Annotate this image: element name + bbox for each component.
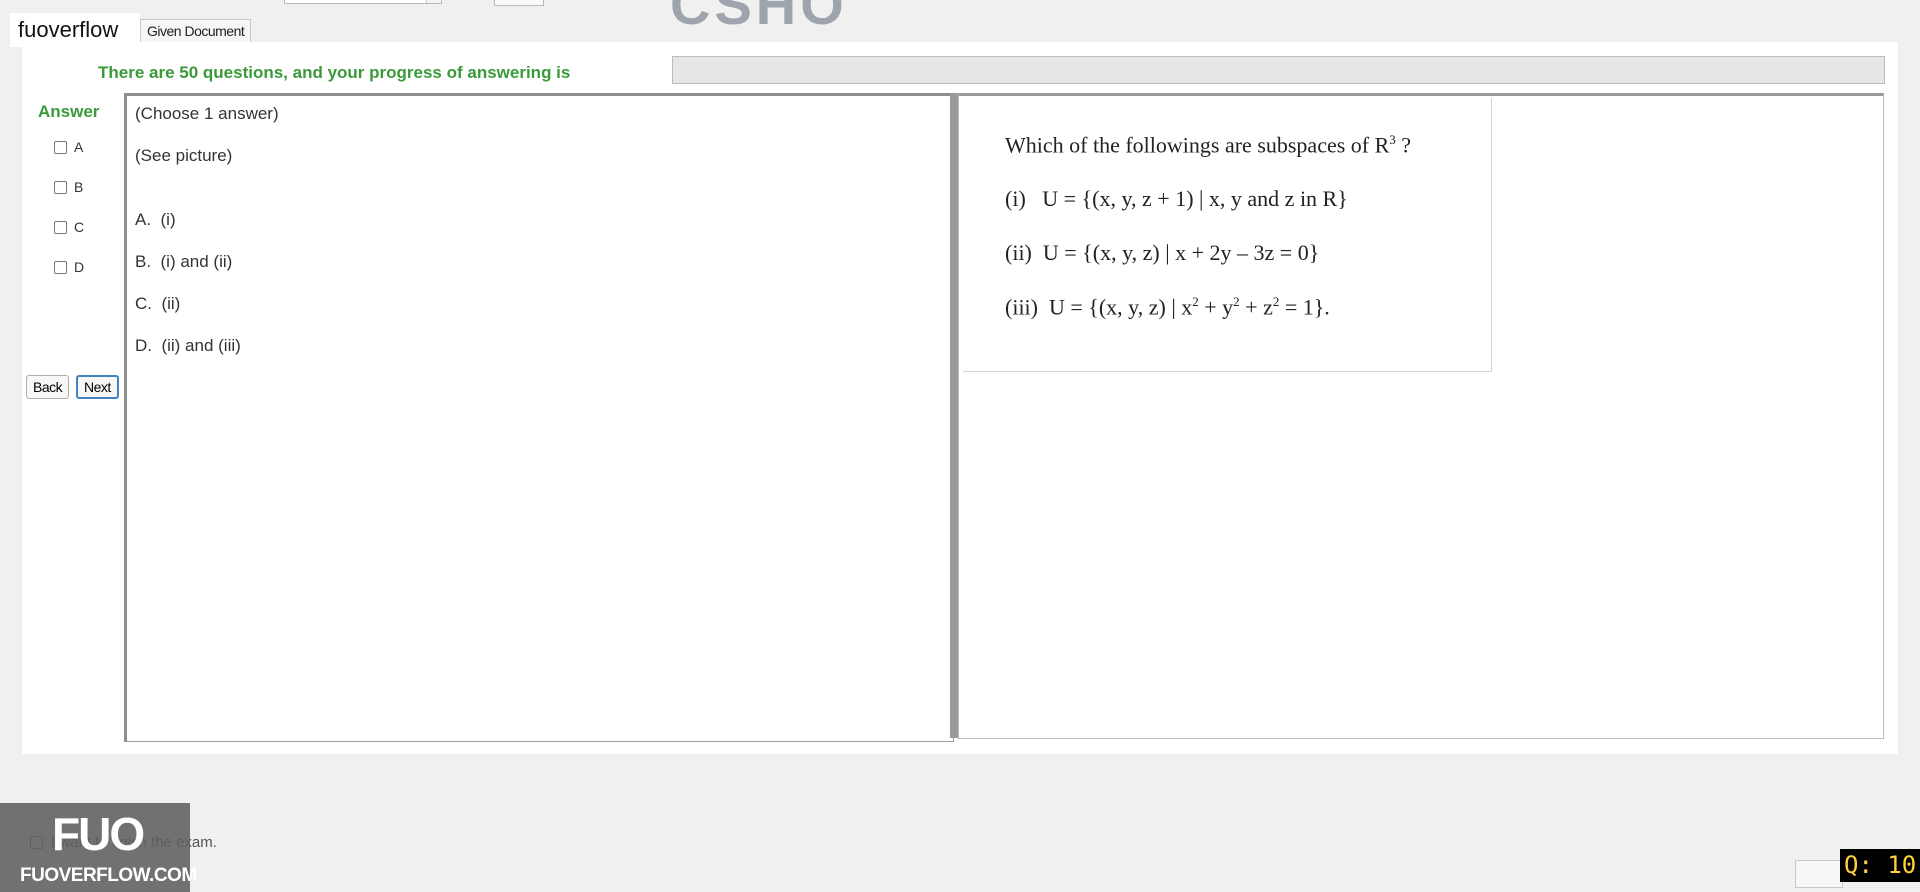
choice-c: C. (ii) [135,294,181,313]
next-button[interactable]: Next [76,375,119,399]
answer-option-b[interactable]: B [54,179,83,195]
checkbox[interactable] [54,220,67,234]
progress-label: There are 50 questions, and your progres… [98,63,571,82]
choice-a: A. (i) [135,210,176,229]
tab-given-document[interactable]: Given Document [140,19,252,42]
progress-bar [672,56,1885,84]
checkbox[interactable] [54,140,67,154]
option-label: B [74,179,84,195]
top-bar: CSHO [0,0,1920,44]
picture-item-iii: (iii) U = {(x, y, z) | x2 + y2 + z2 = 1}… [1005,294,1330,320]
picture-panel: Which of the followings are subspaces of… [958,93,1884,739]
question-image: Which of the followings are subspaces of… [963,98,1492,372]
back-button[interactable]: Back [26,375,70,399]
top-button[interactable] [494,0,544,6]
chevron-down-icon[interactable] [426,0,441,3]
counter-box [1795,860,1843,888]
question-counter: Q: 10 [1840,849,1920,882]
answer-option-d[interactable]: D [54,259,84,275]
answer-option-c[interactable]: C [54,219,84,235]
question-note: (See picture) [135,146,233,165]
option-label: C [74,219,85,235]
picture-item-i: (i) U = {(x, y, z + 1) | x, y and z in R… [1005,186,1348,211]
top-dropdown[interactable] [284,0,442,4]
watermark: FUO FUOVERFLOW.COM [0,803,197,892]
question-instruction: (Choose 1 answer) [135,104,279,123]
picture-item-ii: (ii) U = {(x, y, z) | x + 2y – 3z = 0} [1005,240,1320,265]
answer-heading: Answer [38,102,100,121]
option-label: D [74,259,85,275]
option-label: A [74,139,84,155]
checkbox[interactable] [54,260,67,274]
top-cropped-heading: CSHO [670,0,848,36]
choice-b: B. (i) and (ii) [135,252,233,271]
question-panel: (Choose 1 answer) (See picture) A. (i) B… [124,93,954,742]
watermark-text: FUOVERFLOW.COM [20,865,197,886]
picture-prompt: Which of the followings are subspaces of… [1005,132,1412,158]
choice-d: D. (ii) and (iii) [135,336,241,355]
panel-splitter[interactable] [950,93,958,738]
watermark-logo: FUO [52,808,145,860]
answer-option-a[interactable]: A [54,139,83,155]
checkbox[interactable] [54,180,67,194]
